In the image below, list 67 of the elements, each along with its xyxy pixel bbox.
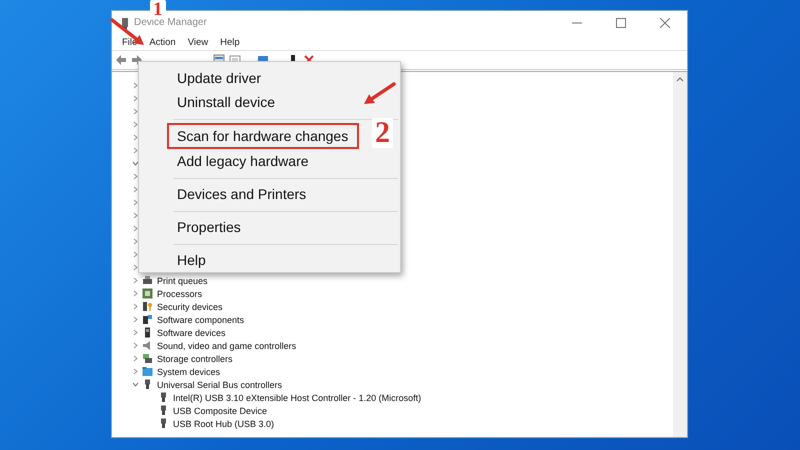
speaker-icon — [142, 340, 153, 351]
tree-item[interactable]: Storage controllers — [157, 354, 233, 364]
component-icon — [142, 314, 153, 325]
menu-item[interactable]: Devices and Printers — [173, 182, 398, 212]
expand-chevron-icon[interactable] — [132, 329, 138, 336]
usb-icon — [142, 379, 153, 390]
collapse-chevron-icon[interactable] — [132, 381, 138, 388]
tree-item[interactable]: USB Root Hub (USB 3.0) — [173, 418, 274, 428]
expand-chevron-icon[interactable] — [132, 355, 138, 362]
expand-chevron-icon[interactable] — [132, 147, 138, 154]
back-arrow-icon[interactable] — [115, 54, 127, 66]
expand-chevron-icon[interactable] — [132, 82, 138, 89]
usb-icon — [158, 405, 169, 416]
expand-chevron-icon[interactable] — [132, 108, 138, 115]
expand-chevron-icon[interactable] — [132, 264, 138, 271]
forward-arrow-icon[interactable] — [131, 54, 143, 66]
expand-chevron-icon[interactable] — [132, 303, 138, 310]
collapse-chevron-icon[interactable] — [132, 160, 138, 167]
annotation-arrow — [364, 82, 396, 104]
tree-item[interactable]: Software devices — [157, 328, 226, 338]
printer-icon — [142, 275, 153, 286]
expand-chevron-icon[interactable] — [132, 225, 138, 232]
menu-item[interactable]: Add legacy hardware — [173, 149, 398, 179]
folder-icon — [142, 366, 153, 377]
menu-bar-item[interactable]: Action — [143, 36, 182, 48]
usb-icon — [158, 418, 169, 429]
menu-item[interactable]: Properties — [173, 215, 398, 245]
menu-item[interactable]: Scan for hardware changes — [167, 123, 359, 149]
tree-item[interactable]: Sound, video and game controllers — [157, 340, 296, 350]
tree-item[interactable]: Universal Serial Bus controllers — [157, 380, 282, 390]
tree-item[interactable]: System devices — [157, 366, 220, 376]
expand-chevron-icon[interactable] — [132, 212, 138, 219]
usb-icon — [158, 392, 169, 403]
expand-chevron-icon[interactable] — [132, 238, 138, 245]
expand-chevron-icon[interactable] — [132, 199, 138, 206]
scroll-up-icon — [676, 76, 684, 82]
menu-bar-item[interactable]: Help — [214, 36, 246, 48]
tree-item[interactable]: Software components — [157, 314, 244, 324]
expand-chevron-icon[interactable] — [132, 251, 138, 258]
app-icon — [120, 16, 130, 28]
menu-bar-item[interactable]: View — [182, 36, 214, 48]
expand-chevron-icon[interactable] — [132, 186, 138, 193]
tree-item[interactable]: Security devices — [157, 302, 223, 312]
chip-icon — [142, 288, 153, 299]
annotation-number: 1 — [150, 0, 166, 19]
tree-item[interactable]: Intel(R) USB 3.10 eXtensible Host Controller - 1.20 (Microsoft) — [173, 392, 422, 402]
expand-chevron-icon[interactable] — [132, 121, 138, 128]
window-title: Device Manager — [134, 17, 207, 28]
menu-item[interactable]: Update driver — [173, 66, 398, 90]
menu-item[interactable]: Help — [173, 248, 398, 272]
annotation-number: 2 — [372, 118, 393, 148]
maximize-icon[interactable] — [616, 18, 626, 28]
expand-chevron-icon[interactable] — [132, 290, 138, 297]
storage-icon — [142, 353, 153, 364]
tree-item[interactable]: USB Composite Device — [173, 406, 268, 416]
device-icon — [142, 327, 153, 338]
expand-chevron-icon[interactable] — [132, 316, 138, 323]
key-icon — [142, 301, 153, 312]
tree-item[interactable]: Print queues — [157, 276, 208, 286]
expand-chevron-icon[interactable] — [132, 173, 138, 180]
expand-chevron-icon[interactable] — [132, 134, 138, 141]
expand-chevron-icon[interactable] — [132, 95, 138, 102]
expand-chevron-icon[interactable] — [132, 342, 138, 349]
close-icon[interactable] — [660, 18, 670, 28]
expand-chevron-icon[interactable] — [132, 368, 138, 375]
expand-chevron-icon[interactable] — [132, 277, 138, 284]
tree-item[interactable]: Processors — [157, 288, 202, 298]
